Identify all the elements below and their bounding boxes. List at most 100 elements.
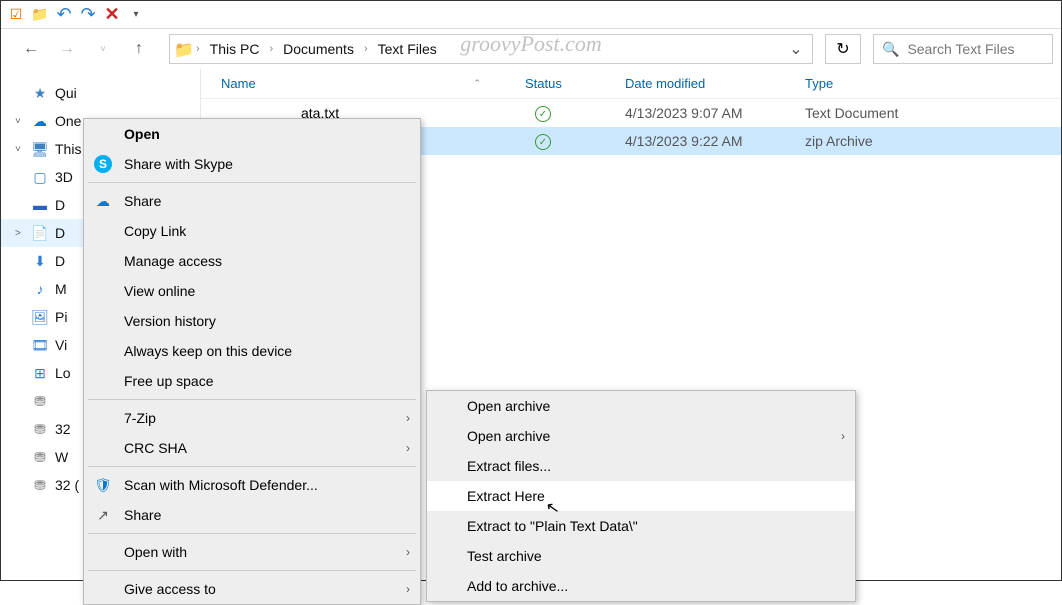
- folder-icon: 📁: [174, 40, 192, 58]
- breadcrumb-sep[interactable]: ›: [362, 43, 370, 55]
- menu-item[interactable]: Open with ›: [84, 537, 420, 567]
- folder-icon[interactable]: 📁: [29, 4, 51, 26]
- sidebar-label: D: [55, 197, 65, 213]
- menu-item[interactable]: Version history: [84, 306, 420, 336]
- quick-access-toolbar: ☑ 📁 ↶ ↷ ✕ ▾: [1, 1, 1061, 29]
- sidebar-label: D: [55, 253, 65, 269]
- menu-label: CRC SHA: [124, 440, 187, 456]
- submenu-item[interactable]: Open archive›: [427, 421, 855, 451]
- file-type: Text Document: [801, 105, 1061, 121]
- expand-icon[interactable]: ˅: [15, 116, 25, 127]
- submenu-item[interactable]: Add to archive...: [427, 571, 855, 601]
- breadcrumb-text-files[interactable]: Text Files: [372, 35, 443, 63]
- sidebar-label: D: [55, 225, 65, 241]
- sidebar-item[interactable]: ★ Qui: [1, 79, 200, 107]
- back-button[interactable]: ←: [19, 37, 43, 61]
- menu-separator: [88, 466, 416, 467]
- menu-label: Test archive: [467, 548, 542, 564]
- menu-icon: ☁: [94, 192, 112, 210]
- sidebar-icon: ⛃: [31, 420, 49, 438]
- menu-separator: [88, 570, 416, 571]
- breadcrumb-this-pc[interactable]: This PC: [204, 35, 266, 63]
- menu-item[interactable]: Manage access: [84, 246, 420, 276]
- menu-label: Extract Here: [467, 488, 545, 504]
- sidebar-label: This: [55, 141, 81, 157]
- submenu-arrow-icon: ›: [841, 429, 845, 443]
- context-menu: Open SShare with Skype ☁ Share Copy LinkMana…: [83, 118, 421, 605]
- up-button[interactable]: ↑: [127, 37, 151, 61]
- file-type: zip Archive: [801, 133, 1061, 149]
- sidebar-icon: ⊞: [31, 364, 49, 382]
- address-dropdown-icon[interactable]: ⌄: [784, 39, 808, 59]
- sort-arrow-icon: ⌃: [473, 78, 481, 89]
- sidebar-icon: 🖼: [31, 308, 49, 326]
- checkbox-icon[interactable]: ☑: [5, 4, 27, 26]
- sidebar-icon: ⛃: [31, 476, 49, 494]
- file-date: 4/13/2023 9:07 AM: [621, 105, 801, 121]
- col-name[interactable]: Name⌃: [201, 76, 521, 91]
- menu-item[interactable]: Always keep on this device: [84, 336, 420, 366]
- menu-icon: 🛡: [94, 476, 112, 494]
- menu-label: Open with: [124, 544, 187, 560]
- sidebar-icon: ♪: [31, 280, 49, 298]
- menu-label: Share: [124, 193, 161, 209]
- file-status: ✓: [521, 104, 621, 123]
- address-bar[interactable]: 📁 › This PC › Documents › Text Files ⌄: [169, 34, 813, 64]
- menu-item[interactable]: 7-Zip ›: [84, 403, 420, 433]
- expand-icon[interactable]: ˅: [15, 144, 25, 155]
- menu-item[interactable]: ☁ Share: [84, 186, 420, 216]
- submenu-item[interactable]: Extract Here: [427, 481, 855, 511]
- sidebar-icon: ▬: [31, 196, 49, 214]
- nav-toolbar: ← → ˅ ↑ 📁 › This PC › Documents › Text F…: [1, 29, 1061, 69]
- menu-label: Open: [124, 126, 160, 142]
- submenu-arrow-icon: ›: [406, 441, 410, 455]
- delete-icon[interactable]: ✕: [101, 4, 123, 26]
- recent-dropdown[interactable]: ˅: [91, 37, 115, 61]
- cloud-sync-icon: ✓: [535, 134, 551, 150]
- menu-item[interactable]: Free up space: [84, 366, 420, 396]
- sidebar-icon: ★: [31, 84, 49, 102]
- menu-item[interactable]: 🛡 Scan with Microsoft Defender...: [84, 470, 420, 500]
- breadcrumb-sep[interactable]: ›: [194, 43, 202, 55]
- col-type[interactable]: Type: [801, 76, 1061, 91]
- menu-item[interactable]: Open: [84, 119, 420, 149]
- menu-label: Extract files...: [467, 458, 551, 474]
- submenu-arrow-icon: ›: [406, 411, 410, 425]
- expand-icon[interactable]: ˃: [15, 228, 25, 239]
- submenu-item[interactable]: Extract to "Plain Text Data\": [427, 511, 855, 541]
- forward-button[interactable]: →: [55, 37, 79, 61]
- menu-item[interactable]: CRC SHA ›: [84, 433, 420, 463]
- submenu-arrow-icon: ›: [406, 545, 410, 559]
- sidebar-label: One: [55, 113, 81, 129]
- sidebar-icon: ⛃: [31, 448, 49, 466]
- menu-label: Scan with Microsoft Defender...: [124, 477, 318, 493]
- breadcrumb-sep[interactable]: ›: [267, 43, 275, 55]
- menu-item[interactable]: View online: [84, 276, 420, 306]
- menu-label: 7-Zip: [124, 410, 156, 426]
- submenu-item[interactable]: Open archive: [427, 391, 855, 421]
- qat-dropdown-icon[interactable]: ▾: [125, 4, 147, 26]
- menu-item[interactable]: Give access to›: [84, 574, 420, 604]
- sidebar-label: 32: [55, 421, 71, 437]
- menu-item[interactable]: SShare with Skype: [84, 149, 420, 179]
- search-icon: 🔍: [882, 41, 899, 58]
- menu-separator: [88, 399, 416, 400]
- sidebar-icon: ⬇: [31, 252, 49, 270]
- col-date[interactable]: Date modified: [621, 76, 801, 91]
- submenu-item[interactable]: Extract files...: [427, 451, 855, 481]
- redo-icon[interactable]: ↷: [77, 4, 99, 26]
- menu-item[interactable]: ↗Share: [84, 500, 420, 530]
- menu-label: Extract to "Plain Text Data\": [467, 518, 638, 534]
- sidebar-label: Qui: [55, 85, 77, 101]
- search-input[interactable]: 🔍 Search Text Files: [873, 34, 1053, 64]
- breadcrumb-documents[interactable]: Documents: [277, 35, 360, 63]
- menu-item[interactable]: Copy Link: [84, 216, 420, 246]
- sidebar-label: Vi: [55, 337, 67, 353]
- menu-label: Open archive: [467, 398, 550, 414]
- sidebar-icon: ☁: [31, 112, 49, 130]
- refresh-button[interactable]: ↻: [825, 34, 861, 64]
- undo-icon[interactable]: ↶: [53, 4, 75, 26]
- menu-label: View online: [124, 283, 195, 299]
- submenu-item[interactable]: Test archive: [427, 541, 855, 571]
- col-status[interactable]: Status: [521, 76, 621, 91]
